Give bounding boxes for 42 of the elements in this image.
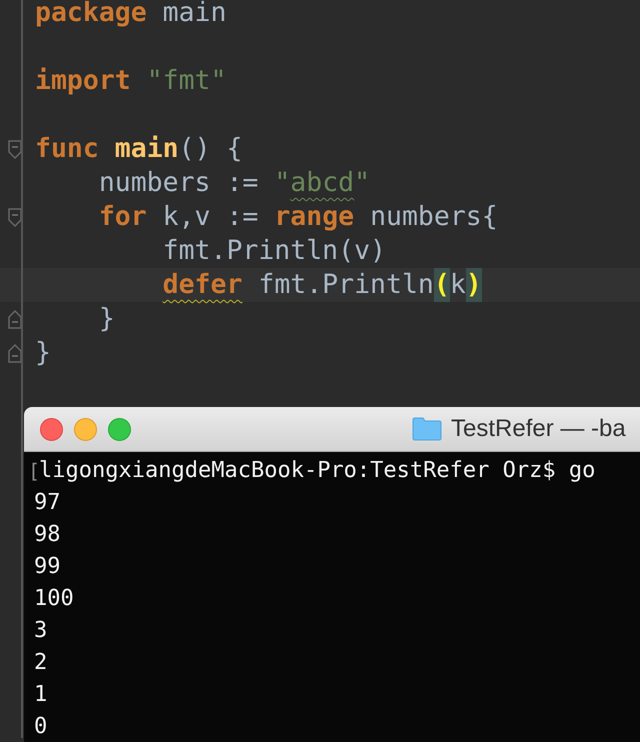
keyword: range bbox=[274, 200, 354, 234]
code-text: } bbox=[35, 336, 51, 370]
zoom-button[interactable] bbox=[108, 418, 131, 440]
window-title: TestRefer — -ba bbox=[451, 415, 626, 443]
code-text: } bbox=[98, 302, 115, 336]
output-line: 0 bbox=[34, 713, 48, 741]
folder-icon bbox=[412, 417, 442, 441]
string-literal: " bbox=[274, 166, 290, 200]
code-text: numbers{ bbox=[369, 200, 498, 234]
output-line: 98 bbox=[34, 521, 60, 549]
keyword: func bbox=[35, 132, 99, 166]
output-line: 100 bbox=[34, 585, 74, 613]
output-line: 2 bbox=[34, 649, 48, 677]
matched-bracket: ) bbox=[466, 268, 482, 302]
bracket-mark: [ bbox=[28, 458, 40, 485]
code-text: fmt.Println(v) bbox=[162, 234, 386, 268]
fold-marker-icon[interactable] bbox=[6, 342, 22, 364]
output-line: 1 bbox=[34, 681, 48, 709]
keyword: for bbox=[98, 200, 147, 234]
string-literal: " bbox=[354, 166, 370, 200]
fold-marker-icon[interactable] bbox=[6, 138, 22, 160]
keyword: defer bbox=[162, 268, 242, 302]
code-text: k,v := bbox=[162, 200, 260, 234]
keyword: import bbox=[35, 64, 131, 98]
close-button[interactable] bbox=[40, 418, 63, 440]
code-text: () { bbox=[178, 132, 242, 166]
string-literal: "fmt" bbox=[146, 64, 226, 98]
string-literal: abcd bbox=[290, 166, 354, 200]
matched-bracket: ( bbox=[434, 268, 450, 302]
output-line: 97 bbox=[34, 489, 60, 517]
minimize-button[interactable] bbox=[74, 418, 97, 440]
fold-marker-icon[interactable] bbox=[6, 206, 22, 228]
output-line: 99 bbox=[34, 553, 60, 581]
code-text: k bbox=[450, 268, 466, 302]
code-text: numbers := bbox=[98, 166, 260, 200]
code-text: fmt.Println bbox=[257, 268, 434, 302]
fold-marker-icon[interactable] bbox=[6, 308, 22, 330]
output-line: 3 bbox=[34, 617, 48, 645]
code-text: main bbox=[162, 0, 226, 30]
shell-prompt: ligongxiangdeMacBook-Pro:TestRefer Orz$ go bbox=[39, 457, 596, 485]
function-name: main bbox=[114, 132, 179, 166]
keyword: package bbox=[35, 0, 147, 30]
